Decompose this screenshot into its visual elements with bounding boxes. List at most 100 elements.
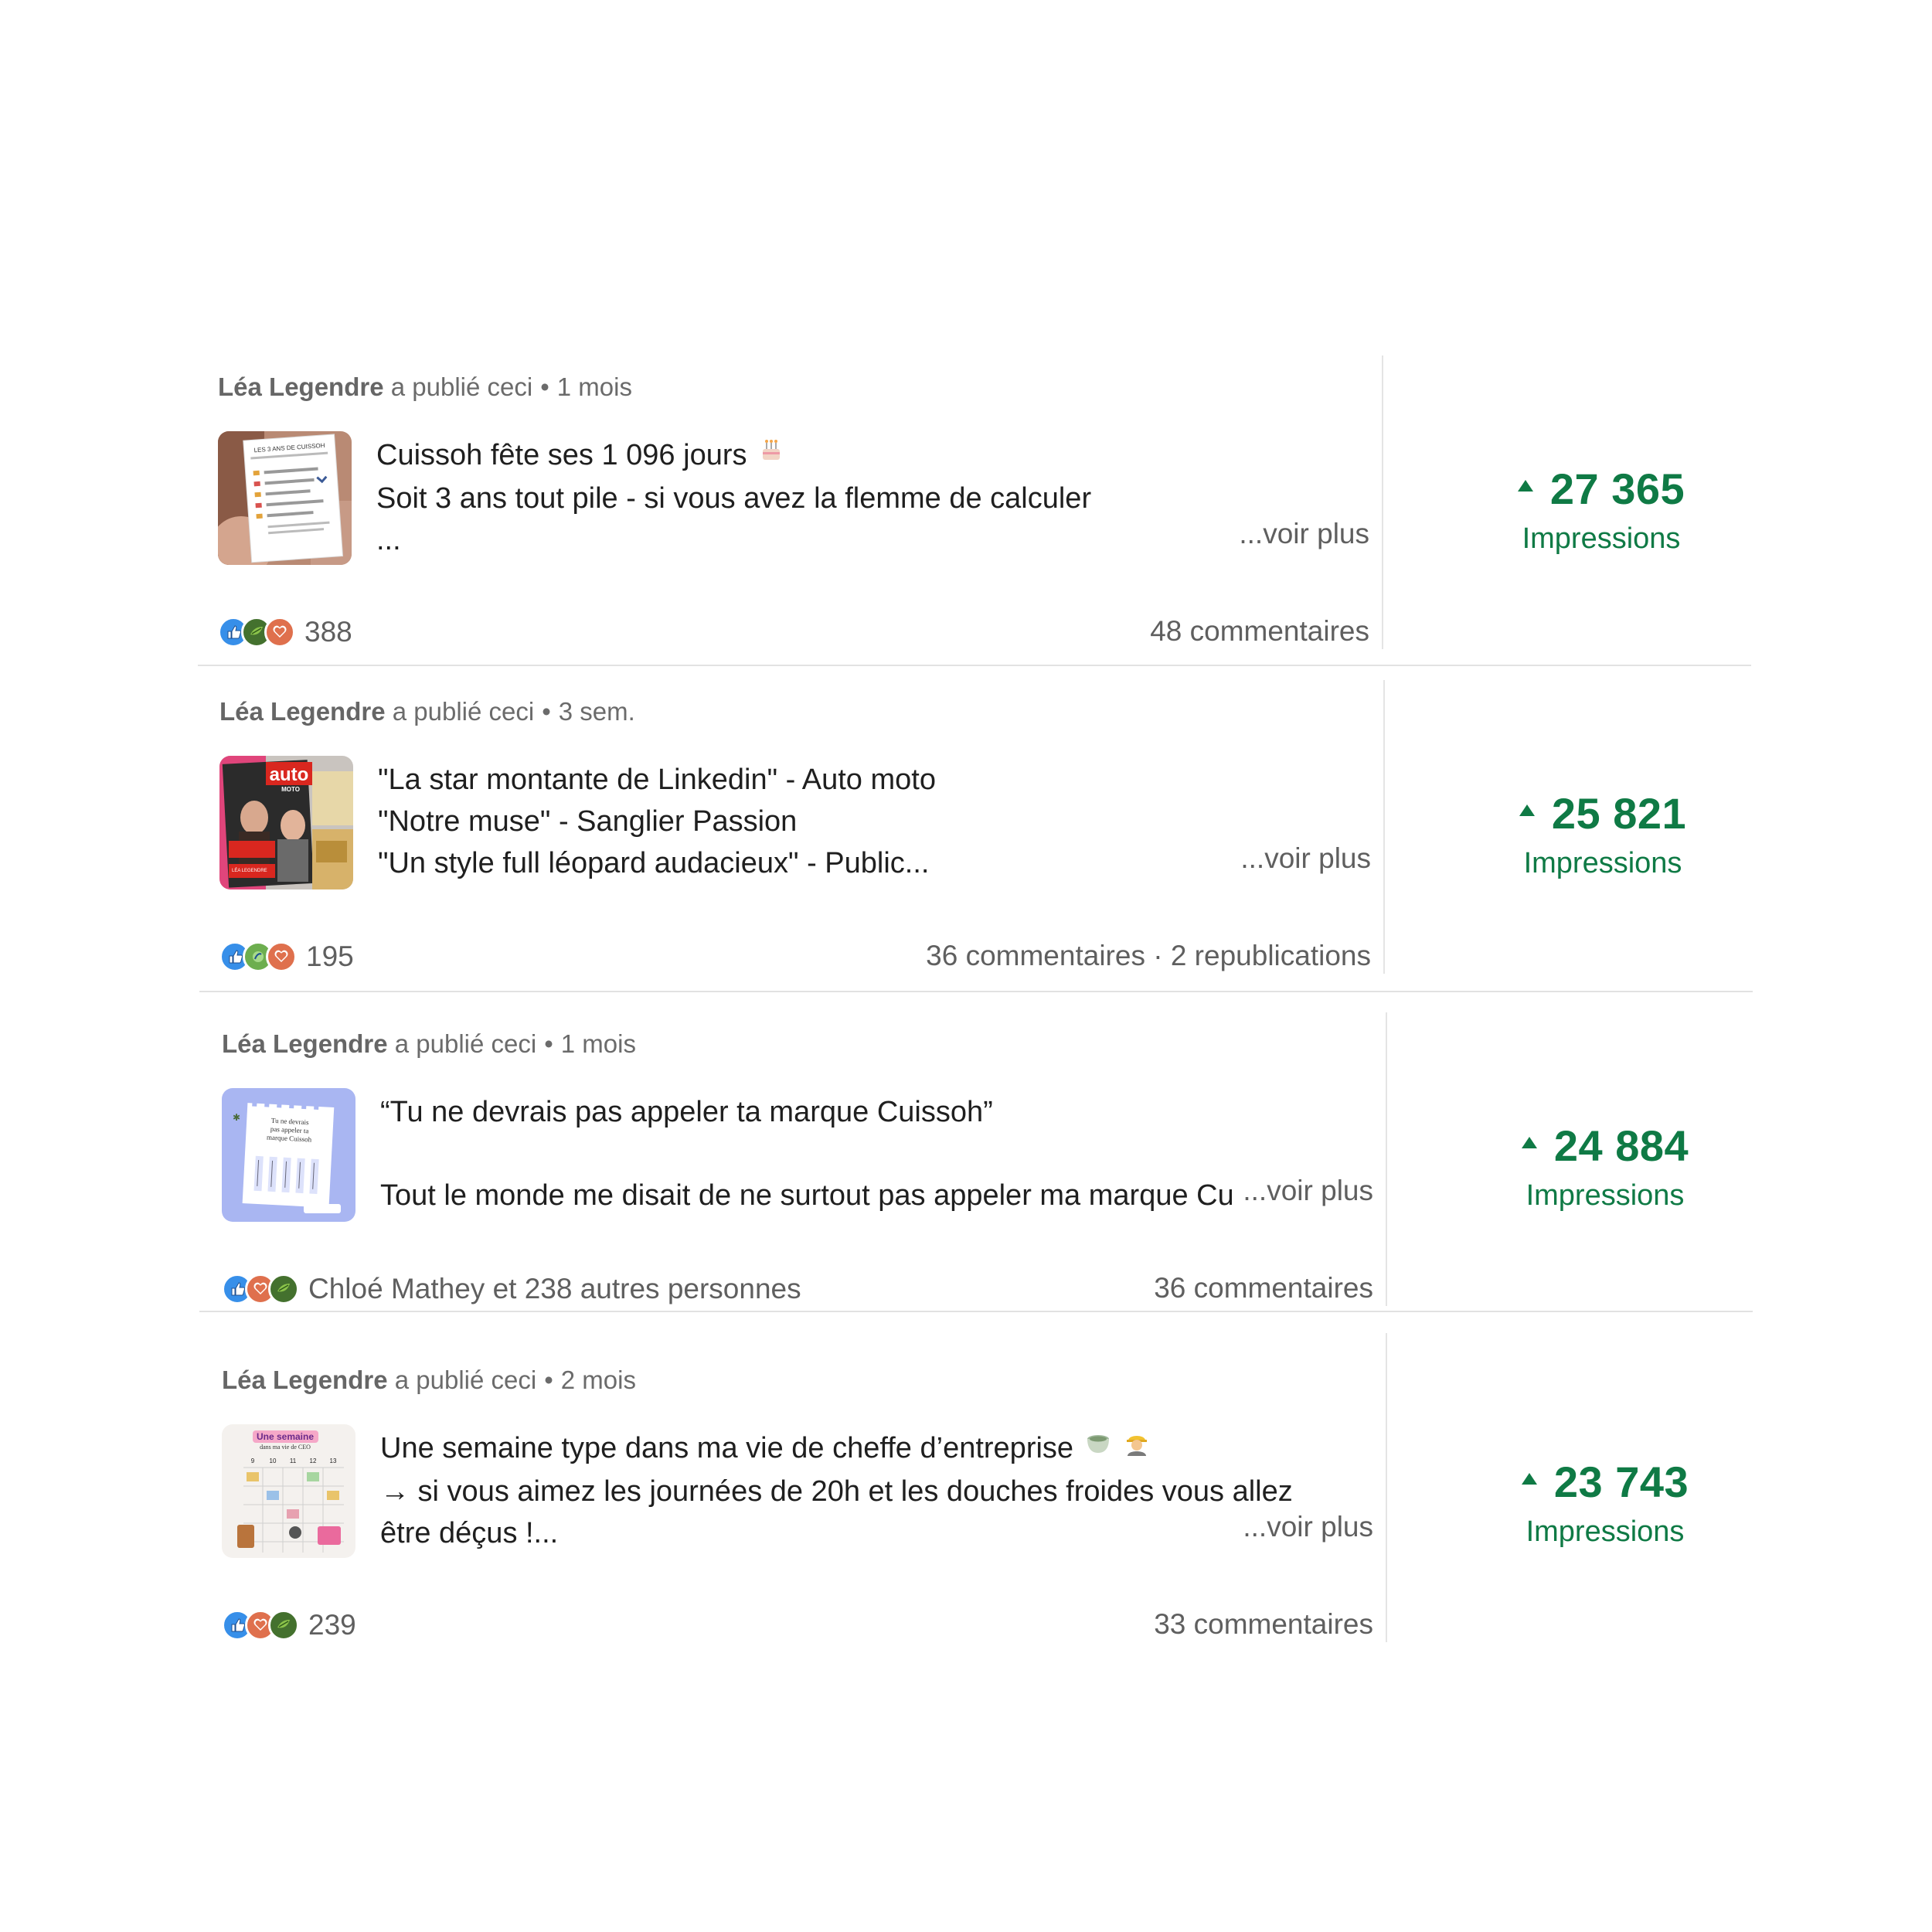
post-card[interactable]: Léa Legendre a publié ceci • 1 mois LES 3 … <box>218 355 1764 688</box>
impressions-label: Impressions <box>1526 1179 1685 1212</box>
impressions-label: Impressions <box>1522 522 1681 555</box>
post-text[interactable]: Cuissoh fête ses 1 096 jours Soit 3 ans … <box>376 434 1342 561</box>
post-text[interactable]: Une semaine type dans ma vie de cheffe d… <box>380 1427 1346 1554</box>
post-text-line: Soit 3 ans tout pile - si vous avez la f… <box>376 481 1092 515</box>
impressions-stat[interactable]: 25 821 Impressions <box>1402 688 1804 981</box>
reactions-summary[interactable]: 195 <box>219 940 354 974</box>
post-text-line: "Un style full léopard audacieux" - Publ… <box>378 847 930 879</box>
post-text[interactable]: “Tu ne devrais pas appeler ta marque Cui… <box>380 1091 1346 1216</box>
post-text-line: Tout le monde me disait de ne surtout pa… <box>380 1179 1303 1212</box>
thumbnail-sub: MOTO <box>281 786 300 793</box>
love-icon <box>266 941 297 972</box>
post-text-line <box>380 1133 1346 1175</box>
reactions-summary[interactable]: 388 <box>218 615 352 649</box>
support-icon <box>268 1610 299 1641</box>
thumbnail-day: 11 <box>290 1458 297 1464</box>
love-icon <box>264 617 295 648</box>
post-card[interactable]: Léa Legendre a publié ceci • 1 mois Tu ne … <box>222 1012 1767 1345</box>
comments-count[interactable]: 36 commentaires · 2 republications <box>926 940 1371 972</box>
trend-up-icon <box>1517 480 1533 492</box>
meta-separator: • <box>544 1029 553 1058</box>
see-more-link[interactable]: ...voir plus <box>1232 1175 1373 1207</box>
meta-separator: • <box>540 372 549 401</box>
reactions-summary[interactable]: Chloé Mathey et 238 autres personnes <box>222 1272 801 1306</box>
post-text[interactable]: "La star montante de Linkedin" - Auto mo… <box>378 759 1344 884</box>
cake-icon <box>758 434 784 474</box>
post-meta: Léa Legendre a publié ceci • 1 mois <box>218 372 632 402</box>
comments-count[interactable]: 33 commentaires <box>1154 1608 1373 1641</box>
post-text-line: Une semaine type dans ma vie de cheffe d… <box>380 1427 1346 1471</box>
post-action: a publié ceci <box>394 1366 537 1394</box>
trend-up-icon <box>1519 804 1535 816</box>
column-divider <box>1382 355 1383 649</box>
post-text-line: → si vous aimez les journées de 20h et l… <box>380 1475 1293 1508</box>
post-divider <box>199 1311 1753 1312</box>
thumbnail-day: 10 <box>270 1458 277 1464</box>
thumbnail-image: auto MOTO LÉA LEGENDRE <box>219 756 353 889</box>
post-thumbnail[interactable]: Tu ne devrais pas appeler ta marque Cuis… <box>222 1088 355 1222</box>
post-card[interactable]: Léa Legendre a publié ceci • 3 sem. auto M… <box>219 680 1765 1012</box>
support-icon <box>268 1274 299 1304</box>
column-divider <box>1383 680 1385 974</box>
reaction-count[interactable]: 195 <box>306 940 354 973</box>
post-text-line: "Notre muse" - Sanglier Passion <box>378 805 798 838</box>
post-content: Léa Legendre a publié ceci • 1 mois Tu ne … <box>222 1020 1373 1345</box>
see-more-link[interactable]: ...voir plus <box>1228 518 1369 550</box>
post-text-line: “Tu ne devrais pas appeler ta marque Cui… <box>380 1096 993 1128</box>
reactions-summary[interactable]: 239 <box>222 1608 356 1642</box>
construction-worker-icon <box>1123 1427 1151 1468</box>
post-divider <box>198 665 1751 666</box>
post-action: a publié ceci <box>390 372 533 401</box>
impressions-value: 25 821 <box>1551 789 1687 838</box>
reaction-count[interactable]: 388 <box>304 616 352 648</box>
thumbnail-subtitle: dans ma vie de CEO <box>260 1444 311 1451</box>
author-name[interactable]: Léa Legendre <box>222 1029 388 1058</box>
reaction-count[interactable]: 239 <box>308 1609 356 1641</box>
analytics-post-list: Léa Legendre a publié ceci • 1 mois LES 3 … <box>0 0 1932 1932</box>
post-text-line: Cuissoh fête ses 1 096 jours <box>376 434 1342 478</box>
trend-up-icon <box>1521 1137 1537 1148</box>
trend-up-icon <box>1521 1473 1537 1485</box>
post-card[interactable]: Léa Legendre a publié ceci • 2 mois Une se… <box>222 1333 1767 1681</box>
post-text-line: être déçus !... <box>380 1516 559 1549</box>
thumbnail-day: 9 <box>251 1458 255 1464</box>
impressions-stat[interactable]: 27 365 Impressions <box>1400 363 1802 657</box>
thumbnail-brand: auto <box>270 764 309 785</box>
post-content: Léa Legendre a publié ceci • 2 mois Une se… <box>222 1356 1373 1681</box>
impressions-stat[interactable]: 24 884 Impressions <box>1404 1020 1806 1314</box>
thumbnail-title: Une semaine <box>257 1431 314 1442</box>
impressions-value: 24 884 <box>1553 1121 1689 1170</box>
post-text-line: "La star montante de Linkedin" - Auto mo… <box>378 764 936 796</box>
thumbnail-day: 12 <box>310 1458 317 1464</box>
author-name[interactable]: Léa Legendre <box>222 1366 388 1394</box>
see-more-link[interactable]: ...voir plus <box>1232 1511 1373 1543</box>
meta-separator: • <box>542 697 551 726</box>
post-text-line: ... <box>376 523 401 556</box>
impressions-stat[interactable]: 23 743 Impressions <box>1404 1356 1806 1650</box>
post-meta: Léa Legendre a publié ceci • 2 mois <box>222 1366 636 1395</box>
impressions-label: Impressions <box>1523 847 1682 879</box>
post-time: 3 sem. <box>558 697 635 726</box>
post-thumbnail[interactable]: Une semaine dans ma vie de CEO 9 10 11 1… <box>222 1424 355 1558</box>
post-content: Léa Legendre a publié ceci • 1 mois LES 3 … <box>218 363 1369 688</box>
post-time: 1 mois <box>556 372 632 401</box>
column-divider <box>1386 1012 1387 1306</box>
tea-icon <box>1084 1427 1112 1468</box>
author-name[interactable]: Léa Legendre <box>218 372 384 401</box>
svg-text:✱: ✱ <box>233 1112 240 1123</box>
post-thumbnail[interactable]: auto MOTO LÉA LEGENDRE <box>219 756 353 889</box>
post-time: 1 mois <box>560 1029 636 1058</box>
author-name[interactable]: Léa Legendre <box>219 697 386 726</box>
thumbnail-name: LÉA LEGENDRE <box>232 868 267 873</box>
comments-count[interactable]: 48 commentaires <box>1150 615 1369 648</box>
post-thumbnail[interactable]: LES 3 ANS DE CUISSOH <box>218 431 352 565</box>
comments-count[interactable]: 36 commentaires <box>1154 1272 1373 1304</box>
reaction-count[interactable]: Chloé Mathey et 238 autres personnes <box>308 1273 801 1305</box>
thumbnail-image: LES 3 ANS DE CUISSOH <box>218 431 352 565</box>
post-divider <box>199 991 1753 992</box>
post-action: a publié ceci <box>392 697 535 726</box>
see-more-link[interactable]: ...voir plus <box>1230 842 1371 875</box>
column-divider <box>1386 1333 1387 1642</box>
thumbnail-image: Tu ne devrais pas appeler ta marque Cuis… <box>222 1088 355 1222</box>
thumbnail-day: 13 <box>330 1458 337 1464</box>
